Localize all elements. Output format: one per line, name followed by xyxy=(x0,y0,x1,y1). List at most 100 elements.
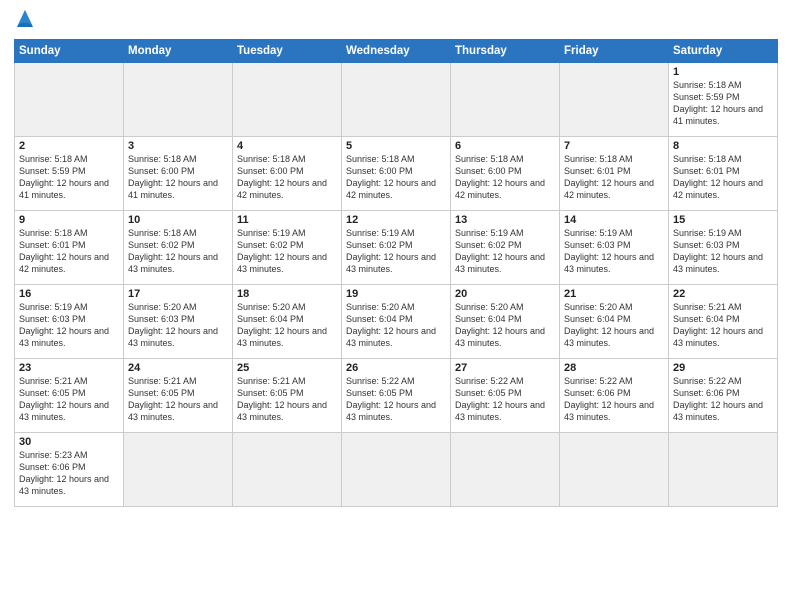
calendar-cell: 13Sunrise: 5:19 AM Sunset: 6:02 PM Dayli… xyxy=(451,211,560,285)
day-number: 18 xyxy=(237,288,337,300)
calendar-cell: 23Sunrise: 5:21 AM Sunset: 6:05 PM Dayli… xyxy=(15,359,124,433)
calendar-week-3: 16Sunrise: 5:19 AM Sunset: 6:03 PM Dayli… xyxy=(15,285,778,359)
calendar-cell xyxy=(451,433,560,507)
weekday-header-wednesday: Wednesday xyxy=(342,40,451,63)
logo-svg-icon xyxy=(14,8,36,30)
day-number: 4 xyxy=(237,140,337,152)
calendar-cell: 12Sunrise: 5:19 AM Sunset: 6:02 PM Dayli… xyxy=(342,211,451,285)
calendar-cell: 6Sunrise: 5:18 AM Sunset: 6:00 PM Daylig… xyxy=(451,137,560,211)
logo xyxy=(14,10,36,35)
calendar-cell xyxy=(124,433,233,507)
day-number: 1 xyxy=(673,66,773,78)
day-info: Sunrise: 5:18 AM Sunset: 5:59 PM Dayligh… xyxy=(673,79,773,128)
day-info: Sunrise: 5:20 AM Sunset: 6:03 PM Dayligh… xyxy=(128,301,228,350)
day-info: Sunrise: 5:20 AM Sunset: 6:04 PM Dayligh… xyxy=(346,301,446,350)
day-info: Sunrise: 5:18 AM Sunset: 6:00 PM Dayligh… xyxy=(128,153,228,202)
calendar-cell xyxy=(233,433,342,507)
day-info: Sunrise: 5:19 AM Sunset: 6:02 PM Dayligh… xyxy=(237,227,337,276)
calendar-cell: 28Sunrise: 5:22 AM Sunset: 6:06 PM Dayli… xyxy=(560,359,669,433)
calendar-cell xyxy=(342,63,451,137)
day-number: 14 xyxy=(564,214,664,226)
calendar-cell xyxy=(342,433,451,507)
day-number: 6 xyxy=(455,140,555,152)
calendar-cell: 2Sunrise: 5:18 AM Sunset: 5:59 PM Daylig… xyxy=(15,137,124,211)
calendar-cell: 1Sunrise: 5:18 AM Sunset: 5:59 PM Daylig… xyxy=(669,63,778,137)
day-number: 30 xyxy=(19,436,119,448)
day-info: Sunrise: 5:19 AM Sunset: 6:02 PM Dayligh… xyxy=(346,227,446,276)
day-number: 19 xyxy=(346,288,446,300)
day-info: Sunrise: 5:18 AM Sunset: 6:02 PM Dayligh… xyxy=(128,227,228,276)
weekday-header-saturday: Saturday xyxy=(669,40,778,63)
weekday-header-sunday: Sunday xyxy=(15,40,124,63)
day-info: Sunrise: 5:19 AM Sunset: 6:03 PM Dayligh… xyxy=(564,227,664,276)
day-number: 21 xyxy=(564,288,664,300)
header xyxy=(14,10,778,35)
calendar-cell xyxy=(15,63,124,137)
day-info: Sunrise: 5:18 AM Sunset: 6:00 PM Dayligh… xyxy=(346,153,446,202)
day-number: 23 xyxy=(19,362,119,374)
day-number: 10 xyxy=(128,214,228,226)
calendar-cell: 11Sunrise: 5:19 AM Sunset: 6:02 PM Dayli… xyxy=(233,211,342,285)
day-number: 26 xyxy=(346,362,446,374)
day-number: 24 xyxy=(128,362,228,374)
day-number: 15 xyxy=(673,214,773,226)
day-info: Sunrise: 5:21 AM Sunset: 6:05 PM Dayligh… xyxy=(128,375,228,424)
calendar-cell: 14Sunrise: 5:19 AM Sunset: 6:03 PM Dayli… xyxy=(560,211,669,285)
calendar-week-0: 1Sunrise: 5:18 AM Sunset: 5:59 PM Daylig… xyxy=(15,63,778,137)
calendar-cell: 16Sunrise: 5:19 AM Sunset: 6:03 PM Dayli… xyxy=(15,285,124,359)
day-info: Sunrise: 5:21 AM Sunset: 6:04 PM Dayligh… xyxy=(673,301,773,350)
calendar-cell xyxy=(560,63,669,137)
calendar-cell: 9Sunrise: 5:18 AM Sunset: 6:01 PM Daylig… xyxy=(15,211,124,285)
calendar-cell xyxy=(124,63,233,137)
weekday-header-thursday: Thursday xyxy=(451,40,560,63)
day-info: Sunrise: 5:21 AM Sunset: 6:05 PM Dayligh… xyxy=(19,375,119,424)
calendar-cell: 30Sunrise: 5:23 AM Sunset: 6:06 PM Dayli… xyxy=(15,433,124,507)
day-info: Sunrise: 5:18 AM Sunset: 6:01 PM Dayligh… xyxy=(673,153,773,202)
day-info: Sunrise: 5:22 AM Sunset: 6:06 PM Dayligh… xyxy=(673,375,773,424)
day-number: 13 xyxy=(455,214,555,226)
day-number: 29 xyxy=(673,362,773,374)
calendar-cell xyxy=(560,433,669,507)
day-info: Sunrise: 5:20 AM Sunset: 6:04 PM Dayligh… xyxy=(564,301,664,350)
day-number: 27 xyxy=(455,362,555,374)
calendar-cell: 10Sunrise: 5:18 AM Sunset: 6:02 PM Dayli… xyxy=(124,211,233,285)
calendar-cell: 5Sunrise: 5:18 AM Sunset: 6:00 PM Daylig… xyxy=(342,137,451,211)
day-number: 12 xyxy=(346,214,446,226)
day-info: Sunrise: 5:20 AM Sunset: 6:04 PM Dayligh… xyxy=(237,301,337,350)
weekday-header-friday: Friday xyxy=(560,40,669,63)
calendar-week-1: 2Sunrise: 5:18 AM Sunset: 5:59 PM Daylig… xyxy=(15,137,778,211)
day-info: Sunrise: 5:18 AM Sunset: 6:00 PM Dayligh… xyxy=(237,153,337,202)
day-info: Sunrise: 5:22 AM Sunset: 6:05 PM Dayligh… xyxy=(455,375,555,424)
calendar-cell: 26Sunrise: 5:22 AM Sunset: 6:05 PM Dayli… xyxy=(342,359,451,433)
day-number: 2 xyxy=(19,140,119,152)
calendar-week-4: 23Sunrise: 5:21 AM Sunset: 6:05 PM Dayli… xyxy=(15,359,778,433)
day-info: Sunrise: 5:22 AM Sunset: 6:05 PM Dayligh… xyxy=(346,375,446,424)
calendar-cell: 29Sunrise: 5:22 AM Sunset: 6:06 PM Dayli… xyxy=(669,359,778,433)
calendar-cell xyxy=(669,433,778,507)
weekday-header-row: SundayMondayTuesdayWednesdayThursdayFrid… xyxy=(15,40,778,63)
day-info: Sunrise: 5:18 AM Sunset: 6:00 PM Dayligh… xyxy=(455,153,555,202)
calendar-cell: 20Sunrise: 5:20 AM Sunset: 6:04 PM Dayli… xyxy=(451,285,560,359)
day-number: 17 xyxy=(128,288,228,300)
weekday-header-monday: Monday xyxy=(124,40,233,63)
day-number: 28 xyxy=(564,362,664,374)
calendar-cell: 19Sunrise: 5:20 AM Sunset: 6:04 PM Dayli… xyxy=(342,285,451,359)
calendar-week-5: 30Sunrise: 5:23 AM Sunset: 6:06 PM Dayli… xyxy=(15,433,778,507)
calendar-cell: 18Sunrise: 5:20 AM Sunset: 6:04 PM Dayli… xyxy=(233,285,342,359)
day-number: 16 xyxy=(19,288,119,300)
day-info: Sunrise: 5:20 AM Sunset: 6:04 PM Dayligh… xyxy=(455,301,555,350)
day-info: Sunrise: 5:18 AM Sunset: 6:01 PM Dayligh… xyxy=(19,227,119,276)
day-number: 3 xyxy=(128,140,228,152)
calendar-cell: 3Sunrise: 5:18 AM Sunset: 6:00 PM Daylig… xyxy=(124,137,233,211)
day-number: 22 xyxy=(673,288,773,300)
day-number: 20 xyxy=(455,288,555,300)
calendar-cell: 22Sunrise: 5:21 AM Sunset: 6:04 PM Dayli… xyxy=(669,285,778,359)
day-info: Sunrise: 5:22 AM Sunset: 6:06 PM Dayligh… xyxy=(564,375,664,424)
day-number: 7 xyxy=(564,140,664,152)
day-number: 11 xyxy=(237,214,337,226)
calendar-cell: 7Sunrise: 5:18 AM Sunset: 6:01 PM Daylig… xyxy=(560,137,669,211)
day-number: 5 xyxy=(346,140,446,152)
calendar-cell: 21Sunrise: 5:20 AM Sunset: 6:04 PM Dayli… xyxy=(560,285,669,359)
calendar-week-2: 9Sunrise: 5:18 AM Sunset: 6:01 PM Daylig… xyxy=(15,211,778,285)
day-number: 8 xyxy=(673,140,773,152)
